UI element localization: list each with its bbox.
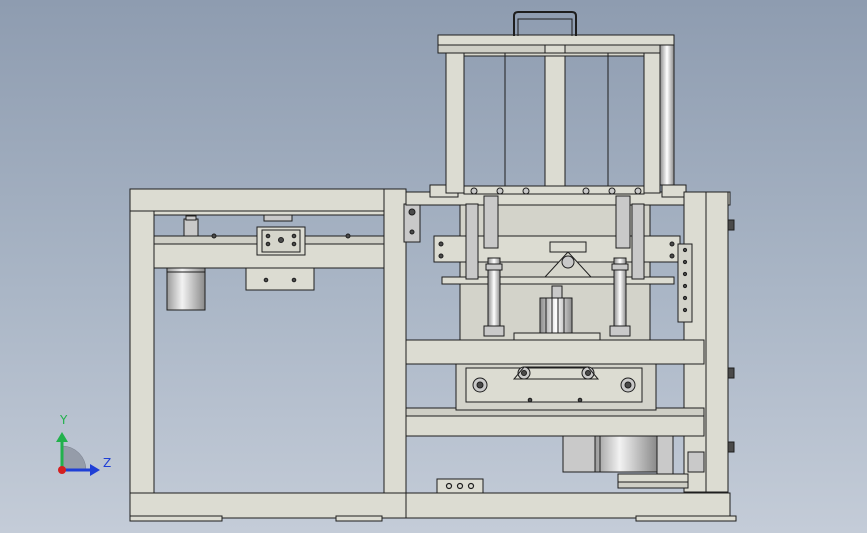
assembly-drawing: [56, 11, 737, 522]
lower-clamp: [455, 363, 657, 411]
view-triad: [56, 432, 100, 476]
bottom-motor: [562, 435, 705, 489]
top-tower: [437, 34, 675, 195]
hole-plate: [436, 478, 484, 494]
left-cylinder: [166, 267, 206, 311]
y-axis-label: Y: [60, 413, 68, 427]
cad-viewport[interactable]: Y Z: [0, 0, 867, 533]
side-bracket: [403, 203, 421, 243]
z-axis-label: Z: [103, 456, 112, 470]
top-handle: [513, 11, 577, 36]
